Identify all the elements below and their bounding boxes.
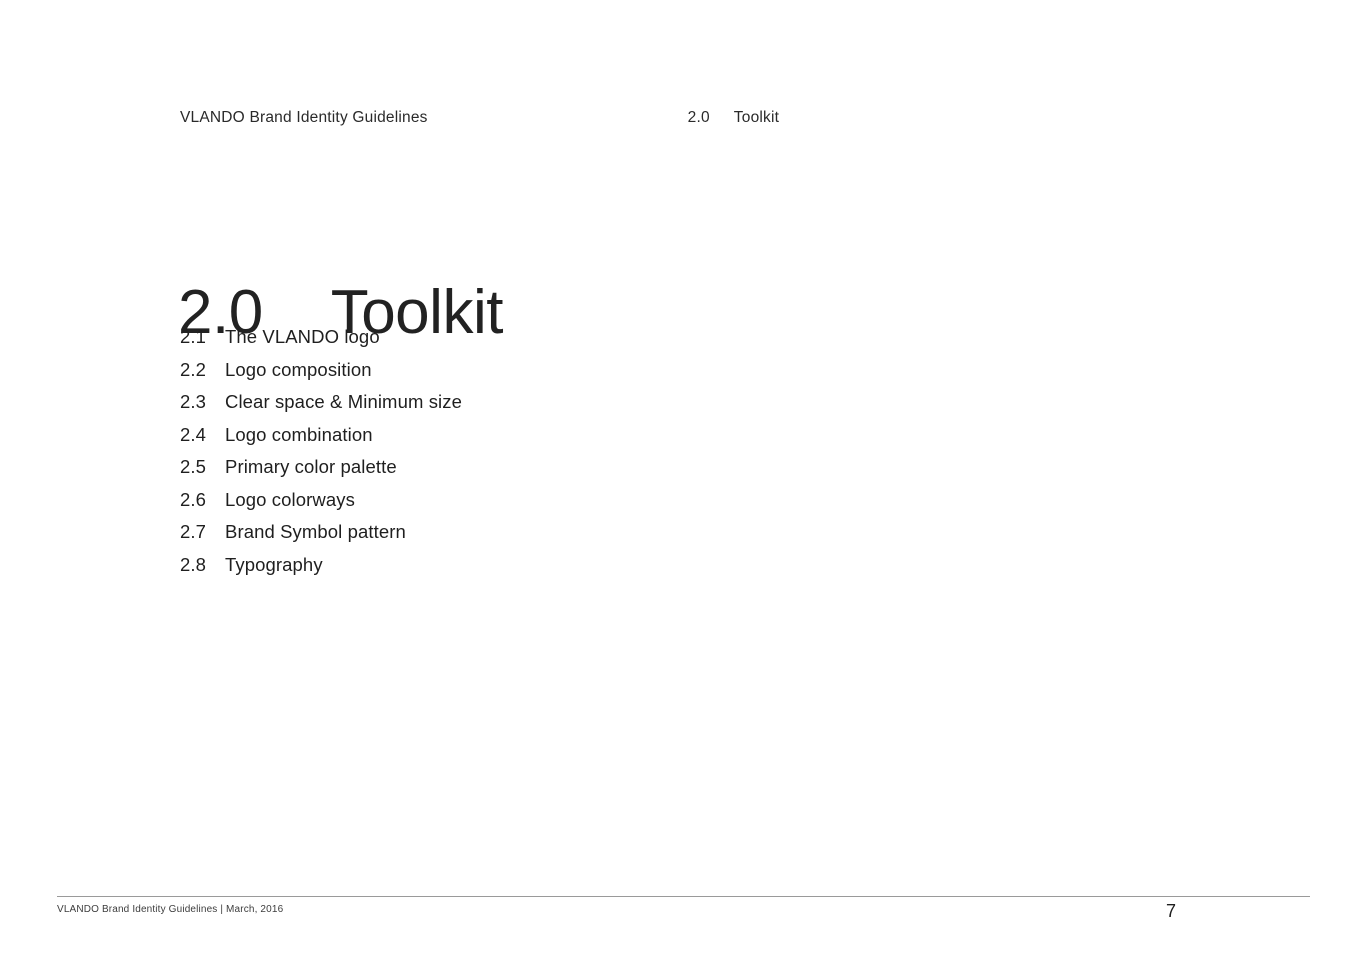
- toc-item-label: Typography: [225, 553, 323, 575]
- toc-item-label: Logo combination: [225, 423, 373, 445]
- toc-item-number: 2.2: [180, 358, 207, 380]
- toc-item-label: The VLANDO logo: [225, 326, 380, 347]
- document-page: VLANDO Brand Identity Guidelines 2.0 Too…: [0, 0, 1366, 966]
- toc-item-number: 2.6: [180, 488, 207, 510]
- footer-text: VLANDO Brand Identity Guidelines | March…: [57, 904, 284, 915]
- running-header: VLANDO Brand Identity Guidelines 2.0 Too…: [180, 109, 779, 127]
- list-item[interactable]: 2.2 Logo composition: [180, 359, 462, 392]
- toc-item-label: Primary color palette: [225, 456, 397, 477]
- list-item[interactable]: 2.8 Typography: [180, 554, 462, 587]
- footer-divider: [57, 896, 1310, 897]
- header-section-name: Toolkit: [733, 109, 780, 126]
- toc-item-label: Logo composition: [225, 358, 372, 380]
- list-item[interactable]: 2.7 Brand Symbol pattern: [180, 521, 462, 554]
- toc-item-number: 2.1: [180, 326, 207, 347]
- header-section-reference: 2.0 Toolkit: [688, 109, 780, 127]
- toc-item-label: Brand Symbol pattern: [225, 521, 406, 542]
- toc-item-label: Clear space & Minimum size: [225, 391, 463, 412]
- toc-item-number: 2.5: [180, 456, 207, 477]
- toc-item-number: 2.7: [180, 521, 207, 542]
- toc-item-number: 2.8: [180, 553, 207, 575]
- header-section-number: 2.0: [687, 109, 710, 126]
- list-item[interactable]: 2.1 The VLANDO logo: [180, 326, 462, 359]
- list-item[interactable]: 2.6 Logo colorways: [180, 489, 462, 522]
- list-item[interactable]: 2.5 Primary color palette: [180, 456, 462, 489]
- toc-item-number: 2.4: [180, 423, 207, 445]
- header-document-title: VLANDO Brand Identity Guidelines: [180, 109, 428, 126]
- toc-item-number: 2.3: [180, 391, 207, 412]
- list-item[interactable]: 2.3 Clear space & Minimum size: [180, 391, 462, 424]
- table-of-contents: 2.1 The VLANDO logo 2.2 Logo composition…: [180, 326, 462, 586]
- list-item[interactable]: 2.4 Logo combination: [180, 424, 462, 457]
- toc-item-label: Logo colorways: [225, 488, 355, 510]
- page-number: 7: [1166, 901, 1177, 921]
